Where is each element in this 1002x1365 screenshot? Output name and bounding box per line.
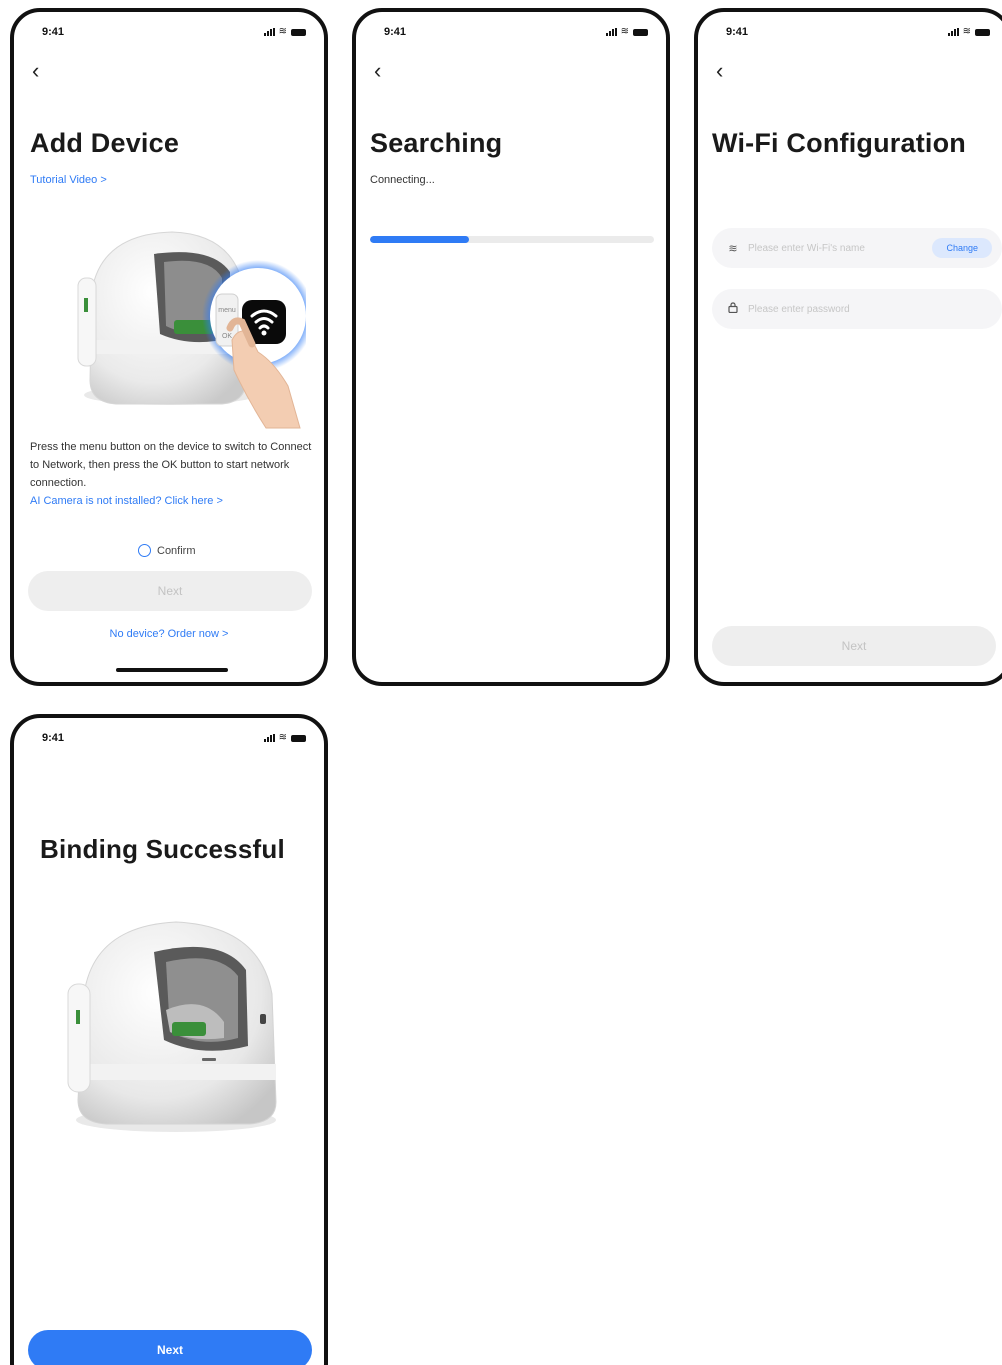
status-icons: ≋ <box>947 26 990 37</box>
status-time: 9:41 <box>42 732 65 744</box>
status-bar: 9:41 ≋ <box>698 26 1002 42</box>
back-chevron-icon[interactable]: ‹ <box>716 60 738 82</box>
instruction-text: Press the menu button on the device to s… <box>30 441 312 489</box>
progress-bar <box>370 236 654 243</box>
signal-icon <box>263 734 275 742</box>
phone-binding-success: 9:41 ≋ Binding Successful Next <box>10 714 328 1365</box>
wifi-icon: ≋ <box>278 732 287 743</box>
phone-wifi-config: 9:41 ≋ ‹ Wi-Fi Configuration ≋ Change Ne… <box>694 8 1002 686</box>
status-icons: ≋ <box>605 26 648 37</box>
password-field[interactable] <box>712 289 1002 329</box>
page-title: Wi-Fi Configuration <box>712 128 966 158</box>
confirm-label: Confirm <box>157 544 196 557</box>
next-button[interactable]: Next <box>712 626 996 666</box>
back-chevron-icon[interactable]: ‹ <box>32 60 54 82</box>
device-pairing-illustration: menu OK <box>77 231 306 429</box>
battery-icon <box>975 29 990 36</box>
status-bar: 9:41 ≋ <box>14 732 324 748</box>
password-input[interactable] <box>748 303 992 315</box>
status-time: 9:41 <box>42 26 65 38</box>
back-chevron-icon[interactable]: ‹ <box>374 60 396 82</box>
lock-icon <box>726 302 740 316</box>
device-illustration <box>67 921 277 1132</box>
wifi-icon: ≋ <box>962 26 971 37</box>
progress-fill <box>370 236 470 243</box>
page-title: Searching <box>370 128 503 158</box>
battery-icon <box>291 735 306 742</box>
page-title: Binding Successful <box>40 834 285 864</box>
wifi-icon: ≋ <box>278 26 287 37</box>
status-bar: 9:41 ≋ <box>356 26 666 42</box>
phone-searching: 9:41 ≋ ‹ Searching Connecting... <box>352 8 670 686</box>
wifi-icon: ≋ <box>620 26 629 37</box>
ok-button-label: OK <box>222 333 232 340</box>
next-button[interactable]: Next <box>28 571 312 611</box>
phone-add-device: 9:41 ≋ ‹ Add Device Tutorial Video > men… <box>10 8 328 686</box>
next-button[interactable]: Next <box>28 1330 312 1365</box>
battery-icon <box>633 29 648 36</box>
change-wifi-button[interactable]: Change <box>932 238 992 258</box>
signal-icon <box>947 28 959 36</box>
radio-icon[interactable] <box>138 544 151 557</box>
status-time: 9:41 <box>726 26 749 38</box>
signal-icon <box>605 28 617 36</box>
menu-button-label: menu <box>218 307 236 314</box>
page-title: Add Device <box>30 128 180 158</box>
wifi-name-field[interactable]: ≋ Change <box>712 228 1002 268</box>
order-now-link[interactable]: No device? Order now > <box>14 628 324 640</box>
status-time: 9:41 <box>384 26 407 38</box>
status-text: Connecting... <box>370 174 435 186</box>
tutorial-video-link[interactable]: Tutorial Video > <box>30 174 107 186</box>
confirm-radio[interactable]: Confirm <box>138 544 196 557</box>
status-icons: ≋ <box>263 26 306 37</box>
battery-icon <box>291 29 306 36</box>
status-icons: ≋ <box>263 732 306 743</box>
wifi-name-input[interactable] <box>748 242 925 254</box>
wifi-icon: ≋ <box>728 242 738 255</box>
status-bar: 9:41 ≋ <box>14 26 324 42</box>
signal-icon <box>263 28 275 36</box>
ai-camera-link[interactable]: AI Camera is not installed? Click here > <box>30 495 223 507</box>
home-indicator <box>116 668 228 672</box>
